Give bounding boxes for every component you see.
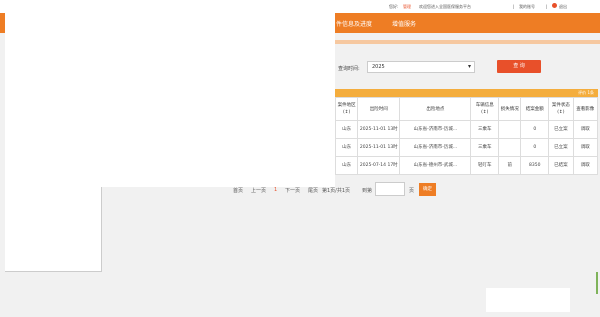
cell-vehicle: 三乘车 bbox=[470, 120, 500, 139]
year-select-value: 2025 bbox=[372, 64, 385, 70]
cell-place: 山东省-德州市-武城... bbox=[399, 156, 472, 175]
cell-time: 2025-07-14 17时 bbox=[357, 156, 401, 175]
exit-icon[interactable] bbox=[552, 3, 557, 8]
col-settle-amount: 结案金额 bbox=[520, 97, 550, 121]
prev-page-link[interactable]: 上一页 bbox=[251, 187, 266, 194]
first-page-link[interactable]: 首页 bbox=[233, 187, 243, 194]
table-title-bar: 评价 1条 bbox=[335, 89, 598, 97]
chevron-down-icon: ▾ bbox=[467, 63, 471, 70]
cell-loss bbox=[498, 138, 522, 157]
exit-link[interactable]: 退出 bbox=[559, 4, 567, 10]
col-view-image: 查看影像 bbox=[572, 97, 599, 121]
cell-time: 2025-11-01 13时 bbox=[357, 120, 401, 139]
cell-status: 已立案 bbox=[548, 120, 574, 139]
fetch-image-link[interactable]: 调取 bbox=[572, 120, 599, 139]
col-accident-time: 出险时间 bbox=[357, 97, 401, 121]
cell-region: 山东 bbox=[334, 120, 359, 139]
cell-status: 已立案 bbox=[548, 138, 574, 157]
top-separator-2: | bbox=[546, 4, 548, 9]
blank-overlay-box bbox=[486, 288, 570, 312]
welcome-label: 您好: bbox=[389, 4, 399, 9]
query-time-label: 查询时间: bbox=[338, 66, 360, 72]
table-row: 山东 2025-11-01 13时 山东省-济南市-历城... 三乘车 0 已立… bbox=[334, 138, 599, 157]
current-page-number: 1 bbox=[274, 187, 278, 193]
go-button[interactable]: 确定 bbox=[419, 183, 436, 196]
cell-region: 山东 bbox=[334, 156, 359, 175]
col-region[interactable]: 案件地区(↕) bbox=[334, 97, 359, 121]
cell-place: 山东省-济南市-历城... bbox=[399, 120, 472, 139]
table-count-label: 评价 1条 bbox=[578, 90, 594, 95]
welcome-text: 欢迎您进入全国医保服务平台 bbox=[419, 4, 471, 9]
year-select[interactable]: 2025 ▾ bbox=[367, 61, 475, 73]
nav-tab-case-progress[interactable]: 件信息及进度 bbox=[336, 19, 372, 28]
next-page-link[interactable]: 下一页 bbox=[285, 187, 300, 194]
cell-amount: 8350 bbox=[520, 156, 550, 175]
blank-overlay-panel bbox=[5, 12, 335, 187]
query-button[interactable]: 查 询 bbox=[497, 60, 541, 73]
blank-overlay-panel-lower bbox=[5, 187, 102, 272]
cell-time: 2025-11-01 13时 bbox=[357, 138, 401, 157]
table-header-row: 案件地区(↕) 出险时间 出险地点 车辆信息(↕) 损失情况 结案金额 案件状态… bbox=[334, 97, 599, 121]
fetch-image-link[interactable]: 调取 bbox=[572, 156, 599, 175]
top-separator: | bbox=[513, 4, 515, 9]
cell-vehicle: 三乘车 bbox=[470, 138, 500, 157]
cell-amount: 0 bbox=[520, 138, 550, 157]
col-loss: 损失情况 bbox=[498, 97, 522, 121]
page-unit-label: 页 bbox=[409, 188, 415, 194]
col-vehicle-info[interactable]: 车辆信息(↕) bbox=[470, 97, 500, 121]
col-accident-place: 出险地点 bbox=[399, 97, 472, 121]
my-account-link[interactable]: 我的账号 bbox=[519, 4, 535, 10]
scrollbar[interactable] bbox=[596, 272, 598, 294]
cell-amount: 0 bbox=[520, 120, 550, 139]
cell-vehicle: 轻叮车 bbox=[470, 156, 500, 175]
table-row: 山东 2025-11-01 13时 山东省-济南市-历城... 三乘车 0 已立… bbox=[334, 120, 599, 139]
last-page-link[interactable]: 尾页 bbox=[308, 187, 318, 194]
goto-label: 到第 bbox=[362, 188, 373, 194]
section-divider bbox=[335, 40, 600, 44]
fetch-image-link[interactable]: 调取 bbox=[572, 138, 599, 157]
nav-tab-value-service[interactable]: 增值服务 bbox=[392, 19, 416, 28]
cell-loss: 前 bbox=[498, 156, 522, 175]
cell-loss bbox=[498, 120, 522, 139]
col-case-status[interactable]: 案件状态(↕) bbox=[548, 97, 574, 121]
page-summary: 第1页/共1页 bbox=[322, 188, 351, 194]
cell-region: 山东 bbox=[334, 138, 359, 157]
case-table: 案件地区(↕) 出险时间 出险地点 车辆信息(↕) 损失情况 结案金额 案件状态… bbox=[334, 97, 599, 175]
page-number-input[interactable] bbox=[375, 182, 405, 196]
cell-status: 已结案 bbox=[548, 156, 574, 175]
table-row: 山东 2025-07-14 17时 山东省-德州市-武城... 轻叮车 前 83… bbox=[334, 156, 599, 175]
user-name: 管理 bbox=[403, 4, 411, 9]
cell-place: 山东省-济南市-历城... bbox=[399, 138, 472, 157]
